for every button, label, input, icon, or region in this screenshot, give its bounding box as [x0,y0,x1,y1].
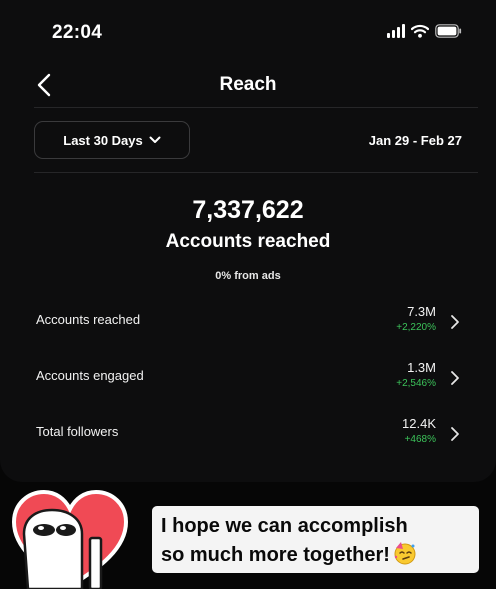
heart-character-sticker [10,489,130,589]
header-divider [34,107,478,108]
date-range-text: Jan 29 - Feb 27 [368,133,462,148]
metric-change: +468% [404,434,436,445]
battery-icon [435,24,462,38]
metric-label: Accounts engaged [36,368,144,383]
wifi-icon [411,24,429,38]
chevron-down-icon [149,136,161,143]
total-accounts-label: Accounts reached [165,231,331,252]
filter-divider [34,172,478,173]
date-range-dropdown[interactable]: Last 30 Days [34,121,190,159]
metric-value: 7.3M [407,304,436,319]
metric-label: Total followers [36,424,119,439]
metric-change: +2,220% [396,322,436,333]
total-accounts-reached: 7,337,622 [192,196,304,224]
caption-line: so much more together! [161,541,471,574]
caption-line: I hope we can accomplish [161,515,408,537]
metric-values: 12.4K +468% [402,416,436,447]
metric-values: 7.3M +2,220% [396,304,436,335]
chevron-right-icon [451,315,459,329]
metric-value: 12.4K [402,416,436,431]
nav-bar: Reach [0,62,496,108]
caption-line-text: so much more together! [161,544,390,566]
metric-row-total-followers[interactable]: Total followers 12.4K +468% [34,416,464,456]
insights-card: 22:04 Reach Last 30 Days Jan 29 - Feb 27… [0,0,496,482]
metric-row-accounts-reached[interactable]: Accounts reached 7.3M +2,220% [34,304,464,344]
status-bar: 22:04 [0,0,496,62]
partying-face-icon [393,541,417,574]
metric-change: +2,546% [396,378,436,389]
signal-icon [387,24,405,38]
metric-row-accounts-engaged[interactable]: Accounts engaged 1.3M +2,546% [34,360,464,400]
caption-sticker: I hope we can accomplish so much more to… [152,506,479,573]
status-time: 22:04 [52,22,103,43]
chevron-right-icon [451,427,459,441]
page-title: Reach [219,74,277,95]
ads-percentage-note: 0% from ads [215,270,281,282]
metric-values: 1.3M +2,546% [396,360,436,391]
status-icons [387,24,462,38]
chevron-right-icon [451,371,459,385]
metric-label: Accounts reached [36,312,141,327]
date-range-dropdown-label: Last 30 Days [63,132,143,148]
metric-value: 1.3M [407,360,436,375]
phone-screen: 22:04 Reach Last 30 Days Jan 29 - Feb 27… [0,0,496,589]
